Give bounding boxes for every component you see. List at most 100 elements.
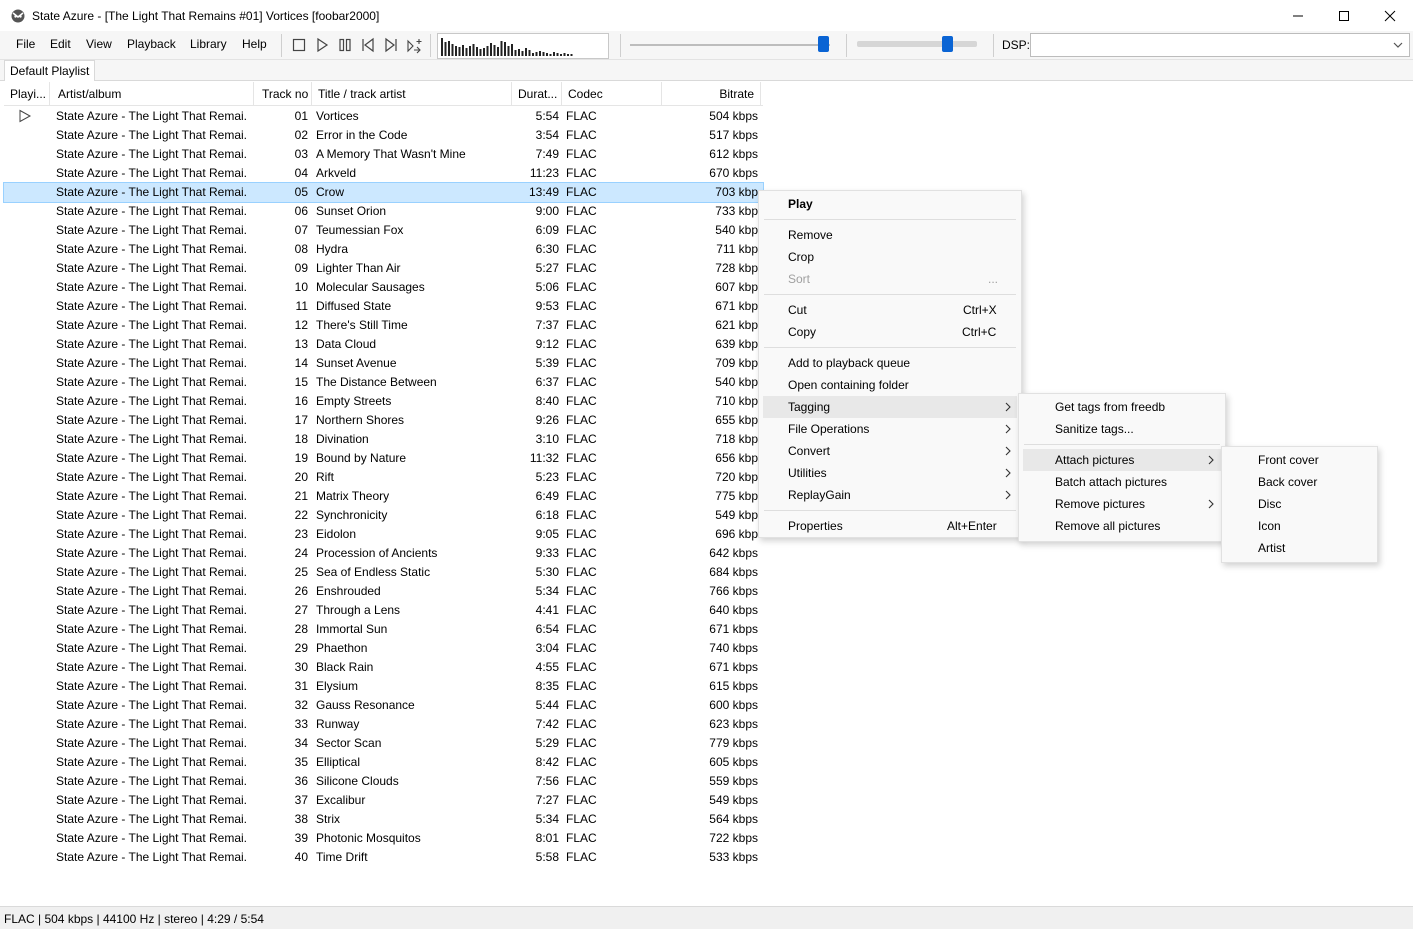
menu-item-remove[interactable]: Remove [763,224,1017,246]
table-row[interactable]: State Azure - The Light That Remai... 11 D… [4,297,763,316]
artist-album-cell: State Azure - The Light That Remai... [56,774,248,788]
random-icon[interactable] [405,36,423,54]
menu-item-icon[interactable]: Icon [1226,515,1373,537]
table-row[interactable]: State Azure - The Light That Remai... 38 S… [4,810,763,829]
menu-item-sort[interactable]: Sort... [763,268,1017,290]
volume-slider-track[interactable] [857,41,977,47]
table-row[interactable]: State Azure - The Light That Remai... 40 T… [4,848,763,867]
menu-item-batch-attach-pictures[interactable]: Batch attach pictures [1023,471,1221,493]
table-row[interactable]: State Azure - The Light That Remai... 06 S… [4,202,763,221]
menu-item-front-cover[interactable]: Front cover [1226,449,1373,471]
menu-edit[interactable]: Edit [50,37,71,51]
table-row[interactable]: State Azure - The Light That Remai... 31 E… [4,677,763,696]
column-track-no[interactable]: Track no [256,82,312,106]
table-row[interactable]: State Azure - The Light That Remai... 37 E… [4,791,763,810]
table-row[interactable]: State Azure - The Light That Remai... 29 P… [4,639,763,658]
menu-item-remove-all-pictures[interactable]: Remove all pictures [1023,515,1221,537]
codec-cell: FLAC [566,755,597,769]
menu-item-sanitize-tags[interactable]: Sanitize tags... [1023,418,1221,440]
playlist-view[interactable]: State Azure - The Light That Remai... 01 V… [3,107,764,867]
table-row[interactable]: State Azure - The Light That Remai... 14 S… [4,354,763,373]
table-row[interactable]: State Azure - The Light That Remai... 36 S… [4,772,763,791]
menu-help[interactable]: Help [242,37,267,51]
menu-item-file-operations[interactable]: File Operations [763,418,1017,440]
table-row[interactable]: State Azure - The Light That Remai... 08 H… [4,240,763,259]
menu-item-disc[interactable]: Disc [1226,493,1373,515]
next-icon[interactable] [382,36,400,54]
table-row[interactable]: State Azure - The Light That Remai... 26 E… [4,582,763,601]
table-row[interactable]: State Azure - The Light That Remai... 17 N… [4,411,763,430]
table-row[interactable]: State Azure - The Light That Remai... 04 A… [4,164,763,183]
table-row[interactable]: State Azure - The Light That Remai... 13 D… [4,335,763,354]
column-duration[interactable]: Durat... [512,82,562,106]
table-row[interactable]: State Azure - The Light That Remai... 21 M… [4,487,763,506]
play-icon[interactable] [313,36,331,54]
table-row[interactable]: State Azure - The Light That Remai... 22 S… [4,506,763,525]
volume-slider-thumb[interactable] [942,36,953,52]
menu-file[interactable]: File [16,37,35,51]
table-row[interactable]: State Azure - The Light That Remai... 20 R… [4,468,763,487]
foobar-app-icon[interactable] [10,8,26,24]
menu-item-attach-pictures[interactable]: Attach pictures [1023,449,1221,471]
column-playing[interactable]: Playi... [4,82,50,106]
table-row[interactable]: State Azure - The Light That Remai... 34 S… [4,734,763,753]
menu-item-open-containing-folder[interactable]: Open containing folder [763,374,1017,396]
table-row[interactable]: State Azure - The Light That Remai... 05 C… [3,182,764,203]
table-row[interactable]: State Azure - The Light That Remai... 33 R… [4,715,763,734]
menu-item-get-tags-freedb[interactable]: Get tags from freedb [1023,396,1221,418]
menu-item-properties[interactable]: Properties Alt+Enter [763,515,1017,537]
menu-library[interactable]: Library [190,37,227,51]
column-bitrate[interactable]: Bitrate [662,82,761,106]
menu-item-replaygain[interactable]: ReplayGain [763,484,1017,506]
menu-item-copy[interactable]: Copy Ctrl+C [763,321,1017,343]
menu-item-crop[interactable]: Crop [763,246,1017,268]
table-row[interactable]: State Azure - The Light That Remai... 39 P… [4,829,763,848]
table-row[interactable]: State Azure - The Light That Remai... 16 E… [4,392,763,411]
table-row[interactable]: State Azure - The Light That Remai... 24 P… [4,544,763,563]
table-row[interactable]: State Azure - The Light That Remai... 35 E… [4,753,763,772]
menu-item-tagging[interactable]: Tagging [763,396,1017,418]
menu-item-artist[interactable]: Artist [1226,537,1373,559]
table-row[interactable]: State Azure - The Light That Remai... 07 T… [4,221,763,240]
menu-item-add-to-queue[interactable]: Add to playback queue [763,352,1017,374]
table-row[interactable]: State Azure - The Light That Remai... 03 A… [4,145,763,164]
column-artist-album[interactable]: Artist/album [52,82,254,106]
menu-item-cut[interactable]: Cut Ctrl+X [763,299,1017,321]
table-row[interactable]: State Azure - The Light That Remai... 01 V… [4,107,763,126]
menu-view[interactable]: View [86,37,112,51]
dsp-dropdown[interactable] [1030,33,1410,57]
title-cell: Vortices [316,109,359,123]
menu-playback[interactable]: Playback [127,37,176,51]
spectrum-visualizer [437,33,609,59]
table-row[interactable]: State Azure - The Light That Remai... 10 M… [4,278,763,297]
table-row[interactable]: State Azure - The Light That Remai... 25 S… [4,563,763,582]
maximize-button[interactable] [1321,0,1367,31]
pause-icon[interactable] [336,36,354,54]
seek-bar-track[interactable] [630,44,830,46]
minimize-button[interactable] [1275,0,1321,31]
menu-item-convert[interactable]: Convert [763,440,1017,462]
table-row[interactable]: State Azure - The Light That Remai... 09 L… [4,259,763,278]
menu-item-utilities[interactable]: Utilities [763,462,1017,484]
previous-icon[interactable] [359,36,377,54]
seek-bar-thumb[interactable] [818,36,829,52]
tab-default-playlist[interactable]: Default Playlist [4,60,96,81]
close-button[interactable] [1367,0,1413,31]
table-row[interactable]: State Azure - The Light That Remai... 27 T… [4,601,763,620]
table-row[interactable]: State Azure - The Light That Remai... 23 E… [4,525,763,544]
menu-item-remove-pictures[interactable]: Remove pictures [1023,493,1221,515]
table-row[interactable]: State Azure - The Light That Remai... 18 D… [4,430,763,449]
table-row[interactable]: State Azure - The Light That Remai... 12 T… [4,316,763,335]
table-row[interactable]: State Azure - The Light That Remai... 02 E… [4,126,763,145]
menu-item-back-cover[interactable]: Back cover [1226,471,1373,493]
menu-item-play[interactable]: Play [763,193,1017,215]
menu-separator [1024,444,1220,445]
table-row[interactable]: State Azure - The Light That Remai... 15 T… [4,373,763,392]
table-row[interactable]: State Azure - The Light That Remai... 19 B… [4,449,763,468]
column-title[interactable]: Title / track artist [312,82,512,106]
table-row[interactable]: State Azure - The Light That Remai... 30 B… [4,658,763,677]
column-codec[interactable]: Codec [562,82,662,106]
table-row[interactable]: State Azure - The Light That Remai... 32 G… [4,696,763,715]
table-row[interactable]: State Azure - The Light That Remai... 28 I… [4,620,763,639]
stop-icon[interactable] [290,36,308,54]
